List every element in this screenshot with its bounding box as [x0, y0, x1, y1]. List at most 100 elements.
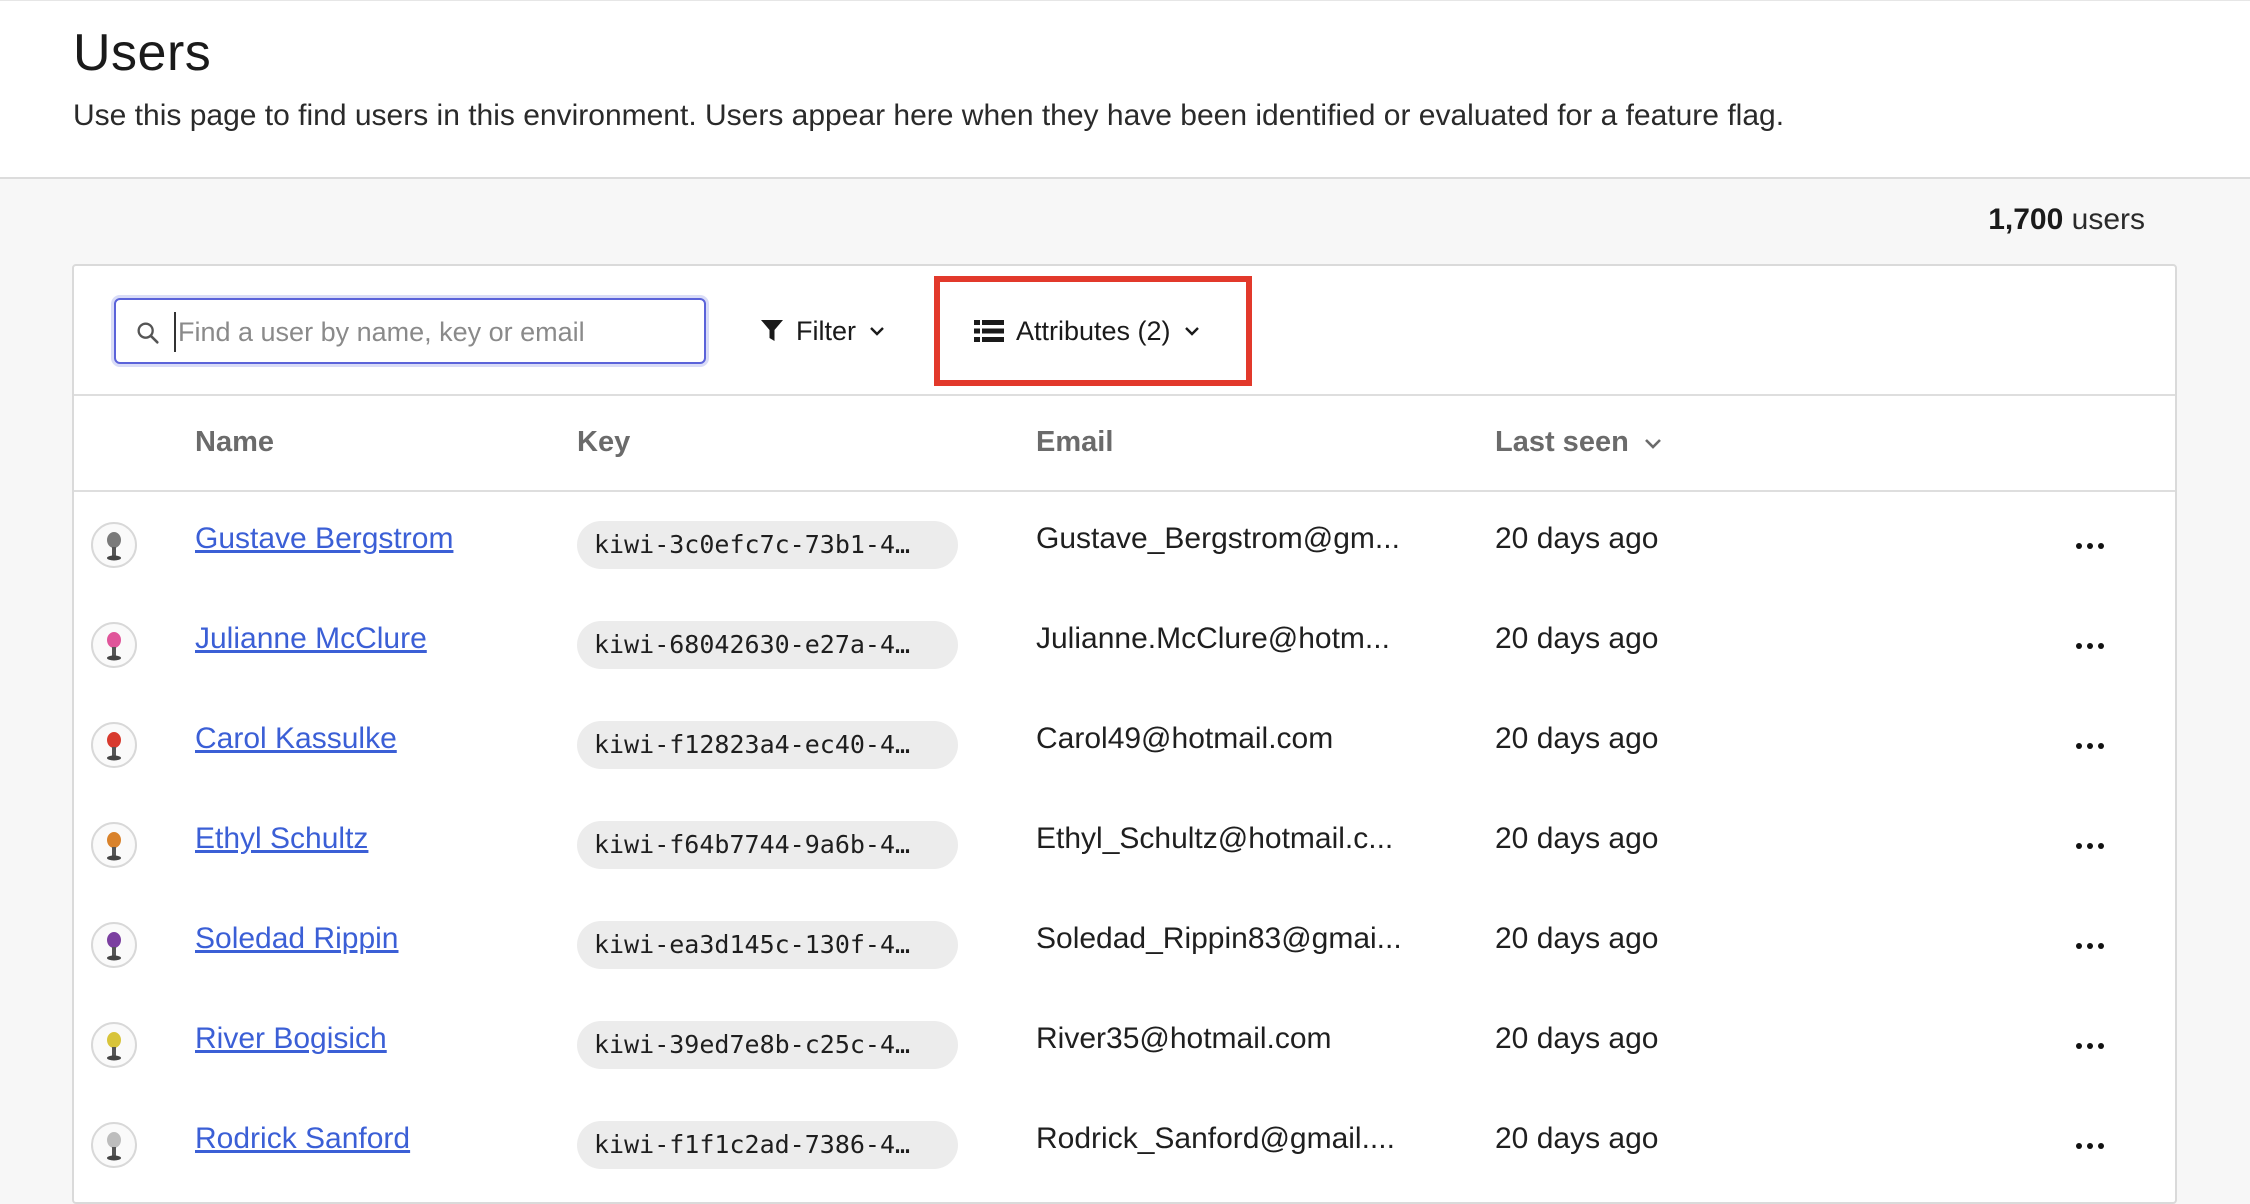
page-title: Users	[73, 24, 212, 82]
user-key: kiwi-ea3d145c-130f-4…	[577, 921, 958, 969]
avatar-base	[107, 1155, 121, 1161]
search-box[interactable]	[114, 298, 706, 364]
avatar-stem	[112, 547, 116, 556]
row-more-button[interactable]	[2070, 534, 2110, 558]
avatar	[91, 522, 137, 568]
more-dot-icon	[2087, 543, 2093, 549]
page-header: Users Use this page to find users in thi…	[0, 0, 2250, 179]
avatar-figure	[107, 1132, 121, 1148]
user-email: Julianne.McClure@hotm...	[1036, 622, 1390, 655]
more-dot-icon	[2076, 1143, 2082, 1149]
user-name-link[interactable]: River Bogisich	[195, 1022, 387, 1056]
avatar-icon	[107, 1132, 121, 1161]
more-dot-icon	[2098, 843, 2104, 849]
avatar-stem	[112, 747, 116, 756]
filter-label: Filter	[796, 315, 856, 346]
attributes-button[interactable]: Attributes (2)	[974, 306, 1201, 356]
user-name-link[interactable]: Soledad Rippin	[195, 922, 398, 956]
user-name-link[interactable]: Gustave Bergstrom	[195, 522, 453, 556]
avatar-base	[107, 955, 121, 961]
user-name-link[interactable]: Rodrick Sanford	[195, 1122, 410, 1156]
user-last-seen: 20 days ago	[1495, 1122, 1659, 1155]
avatar-stem	[112, 647, 116, 656]
filter-icon	[761, 320, 783, 341]
column-header-email[interactable]: Email	[1036, 426, 1113, 459]
more-dot-icon	[2087, 743, 2093, 749]
more-dot-icon	[2076, 843, 2082, 849]
user-email: Soledad_Rippin83@gmai...	[1036, 922, 1402, 955]
avatar-figure	[107, 932, 121, 948]
more-dot-icon	[2098, 1143, 2104, 1149]
avatar-icon	[107, 532, 121, 561]
user-last-seen: 20 days ago	[1495, 722, 1659, 755]
more-dot-icon	[2098, 543, 2104, 549]
column-header-last-seen[interactable]: Last seen	[1495, 426, 1663, 459]
avatar-icon	[107, 932, 121, 961]
avatar-stem	[112, 1147, 116, 1156]
column-header-last-seen-label: Last seen	[1495, 426, 1629, 458]
avatar-icon	[107, 732, 121, 761]
list-icon	[974, 320, 1004, 342]
more-dot-icon	[2098, 743, 2104, 749]
avatar	[91, 1122, 137, 1168]
avatar-base	[107, 555, 121, 561]
filter-button[interactable]: Filter	[760, 306, 886, 356]
user-email: Ethyl_Schultz@hotmail.c...	[1036, 822, 1394, 855]
more-dot-icon	[2076, 643, 2082, 649]
more-dot-icon	[2087, 643, 2093, 649]
more-dot-icon	[2098, 1043, 2104, 1049]
more-dot-icon	[2087, 943, 2093, 949]
row-more-button[interactable]	[2070, 1134, 2110, 1158]
avatar-base	[107, 755, 121, 761]
user-last-seen: 20 days ago	[1495, 922, 1659, 955]
user-email: Gustave_Bergstrom@gm...	[1036, 522, 1400, 555]
column-header-key[interactable]: Key	[577, 426, 630, 459]
user-key: kiwi-f64b7744-9a6b-4…	[577, 821, 958, 869]
avatar	[91, 722, 137, 768]
avatar-stem	[112, 947, 116, 956]
more-dot-icon	[2076, 543, 2082, 549]
search-input[interactable]	[174, 312, 694, 352]
more-dot-icon	[2098, 943, 2104, 949]
avatar-figure	[107, 532, 121, 548]
avatar	[91, 622, 137, 668]
user-email: Carol49@hotmail.com	[1036, 722, 1334, 755]
avatar-stem	[112, 847, 116, 856]
user-last-seen: 20 days ago	[1495, 1022, 1659, 1055]
user-key: kiwi-f1f1c2ad-7386-4…	[577, 1121, 958, 1169]
avatar-stem	[112, 1047, 116, 1056]
user-key: kiwi-68042630-e27a-4…	[577, 621, 958, 669]
user-count-suffix: users	[2071, 203, 2145, 236]
row-more-button[interactable]	[2070, 634, 2110, 658]
avatar-base	[107, 655, 121, 661]
attributes-label: Attributes (2)	[1016, 315, 1171, 346]
user-name-link[interactable]: Ethyl Schultz	[195, 822, 368, 856]
row-more-button[interactable]	[2070, 1034, 2110, 1058]
row-more-button[interactable]	[2070, 934, 2110, 958]
avatar	[91, 922, 137, 968]
table-row: Gustave Bergstrom kiwi-3c0efc7c-73b1-4… …	[74, 492, 2175, 592]
user-name-link[interactable]: Carol Kassulke	[195, 722, 397, 756]
user-last-seen: 20 days ago	[1495, 822, 1659, 855]
column-header-name[interactable]: Name	[195, 426, 274, 459]
avatar-icon	[107, 632, 121, 661]
avatar-figure	[107, 1032, 121, 1048]
row-more-button[interactable]	[2070, 834, 2110, 858]
page-description: Use this page to find users in this envi…	[73, 99, 1785, 132]
user-last-seen: 20 days ago	[1495, 622, 1659, 655]
user-key: kiwi-f12823a4-ec40-4…	[577, 721, 958, 769]
user-name-link[interactable]: Julianne McClure	[195, 622, 427, 656]
toolbar: Filter Attributes (2)	[74, 266, 2175, 396]
row-more-button[interactable]	[2070, 734, 2110, 758]
table-row: Soledad Rippin kiwi-ea3d145c-130f-4… Sol…	[74, 892, 2175, 992]
avatar-icon	[107, 832, 121, 861]
user-key: kiwi-39ed7e8b-c25c-4…	[577, 1021, 958, 1069]
more-dot-icon	[2087, 1043, 2093, 1049]
chevron-down-icon	[870, 327, 884, 336]
table-row: Julianne McClure kiwi-68042630-e27a-4… J…	[74, 592, 2175, 692]
more-dot-icon	[2076, 943, 2082, 949]
table-header: Name Key Email Last seen	[74, 396, 2175, 492]
user-email: River35@hotmail.com	[1036, 1022, 1332, 1055]
avatar-figure	[107, 732, 121, 748]
avatar-figure	[107, 632, 121, 648]
